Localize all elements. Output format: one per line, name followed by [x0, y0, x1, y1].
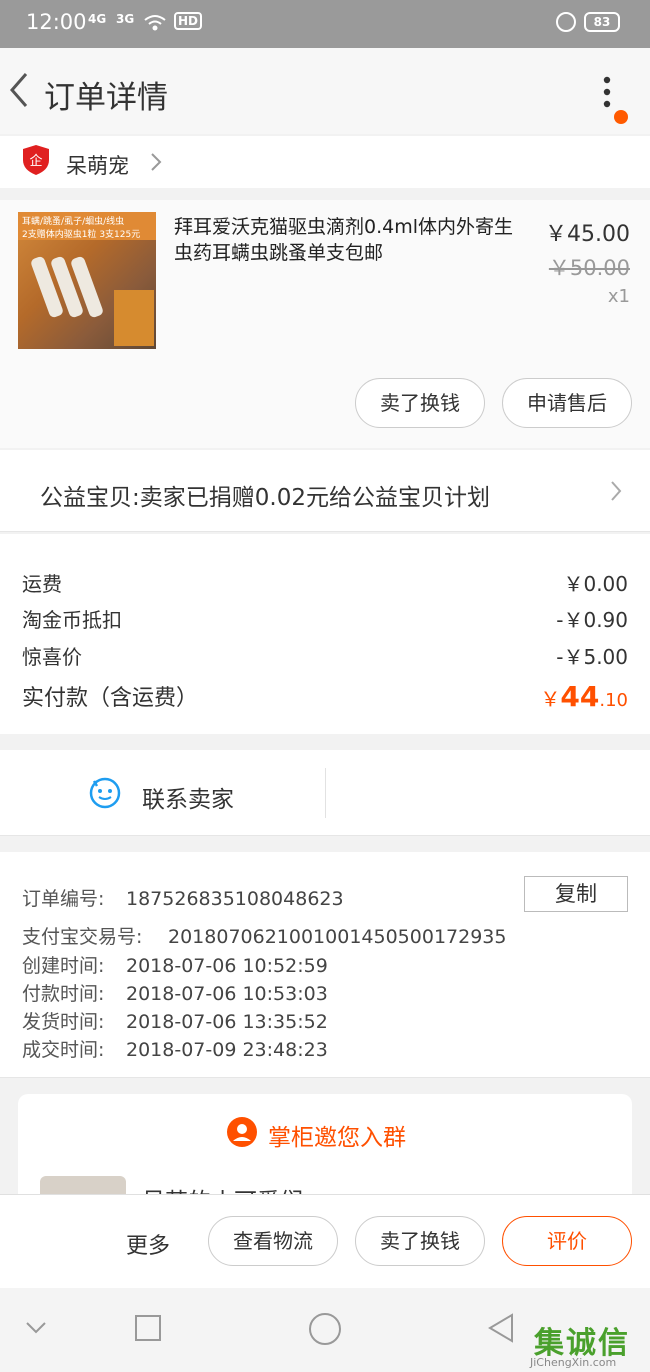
- completed-time-row: 成交时间: 2018-07-09 23:48:23: [22, 1035, 328, 1062]
- paid-amount-decimal: .10: [599, 690, 628, 711]
- surprise-price-value: -￥5.00: [556, 645, 628, 669]
- signal-4g-icon: 4G: [88, 12, 107, 26]
- order-number-value: 187526835108048623: [126, 888, 344, 910]
- shipped-time-row: 发货时间: 2018-07-06 13:35:52: [22, 1007, 328, 1034]
- svg-text:企: 企: [29, 153, 42, 169]
- status-bar: 12:00 4G 3G HD 83: [0, 0, 650, 48]
- created-time-row: 创建时间: 2018-07-06 10:52:59: [22, 951, 328, 978]
- divider: [325, 768, 326, 818]
- shipped-time-value: 2018-07-06 13:35:52: [126, 1011, 328, 1033]
- shop-row[interactable]: 企 呆萌宠: [0, 136, 650, 188]
- battery-icon: 83: [584, 12, 620, 32]
- created-time-value: 2018-07-06 10:52:59: [126, 955, 328, 977]
- paid-amount-value: ￥44.10: [540, 680, 628, 713]
- shipping-value: ￥0.00: [563, 572, 628, 596]
- product-original-price: ￥50.00: [548, 256, 630, 280]
- charity-text: 公益宝贝:卖家已捐赠0.02元给公益宝贝计划: [40, 485, 490, 511]
- order-item: 耳螨/跳蚤/虱子/蛔虫/线虫 2支赠体内驱虫1粒 3支125元 拜耳爱沃克猫驱虫…: [0, 200, 650, 448]
- paid-time-label: 付款时间:: [22, 983, 105, 1005]
- chevron-right-icon: [151, 153, 162, 171]
- notification-dot: [614, 110, 628, 124]
- completed-time-label: 成交时间:: [22, 1039, 105, 1061]
- recent-apps-icon[interactable]: [134, 1314, 162, 1342]
- group-invite-title: 掌柜邀您入群: [268, 1125, 406, 1151]
- review-button[interactable]: 评价: [502, 1216, 632, 1266]
- charity-row[interactable]: 公益宝贝:卖家已捐赠0.02元给公益宝贝计划: [0, 450, 650, 532]
- chevron-down-icon[interactable]: [24, 1320, 48, 1336]
- back-triangle-icon[interactable]: [486, 1312, 516, 1344]
- alipay-number-value: 2018070621001001450500172935: [168, 926, 507, 948]
- more-menu-icon[interactable]: [590, 70, 624, 114]
- paid-amount-label: 实付款（含运费）: [22, 686, 199, 711]
- signal-3g-icon: 3G: [116, 12, 135, 26]
- alipay-number-row: 支付宝交易号: 2018070621001001450500172935: [22, 922, 506, 949]
- contact-bar: 联系卖家: [0, 750, 650, 836]
- completed-time-value: 2018-07-09 23:48:23: [126, 1039, 328, 1061]
- apply-after-sale-button[interactable]: 申请售后: [502, 378, 632, 428]
- copy-button[interactable]: 复制: [524, 876, 628, 912]
- more-button[interactable]: 更多: [126, 1228, 170, 1260]
- nav-bar: 订单详情: [0, 48, 650, 134]
- sell-for-cash-button[interactable]: 卖了换钱: [355, 1216, 485, 1266]
- paid-time-row: 付款时间: 2018-07-06 10:53:03: [22, 979, 328, 1006]
- view-logistics-button[interactable]: 查看物流: [208, 1216, 338, 1266]
- coin-discount-label: 淘金币抵扣: [22, 608, 122, 632]
- group-chat-icon: [227, 1117, 257, 1147]
- product-quantity: x1: [607, 286, 630, 307]
- paid-time-value: 2018-07-06 10:53:03: [126, 983, 328, 1005]
- watermark: 集诚信 JiChengXin.com: [530, 1318, 646, 1369]
- shipped-time-label: 发货时间:: [22, 1011, 105, 1033]
- alipay-number-label: 支付宝交易号:: [22, 926, 143, 948]
- created-time-label: 创建时间:: [22, 955, 105, 977]
- lock-rotation-icon: [556, 12, 576, 32]
- status-time: 12:00: [26, 10, 87, 34]
- chat-bubble-icon[interactable]: [88, 776, 122, 810]
- bottom-action-bar: 更多 查看物流 卖了换钱 评价: [0, 1194, 650, 1288]
- shop-name[interactable]: 呆萌宠: [66, 150, 129, 180]
- hd-icon: HD: [174, 12, 203, 30]
- order-number-label: 订单编号:: [22, 888, 105, 910]
- wifi-icon: [144, 15, 166, 31]
- watermark-url: JiChengXin.com: [530, 1356, 617, 1369]
- product-image-text: 2支赠体内驱虫1粒 3支125元: [22, 230, 141, 240]
- order-info: 订单编号: 187526835108048623 复制 支付宝交易号: 201807…: [0, 852, 650, 1078]
- order-number-row: 订单编号: 187526835108048623: [22, 884, 344, 911]
- page-title: 订单详情: [44, 80, 168, 116]
- home-icon[interactable]: [308, 1312, 342, 1346]
- coin-discount-value: -￥0.90: [556, 608, 628, 632]
- group-invite-card[interactable]: 掌柜邀您入群 呆萌的小可爱们: [18, 1094, 632, 1204]
- currency-symbol: ￥: [540, 687, 561, 711]
- sell-for-cash-button[interactable]: 卖了换钱: [355, 378, 485, 428]
- product-image-text: 耳螨/跳蚤/虱子/蛔虫/线虫: [22, 217, 125, 227]
- contact-seller-button[interactable]: 联系卖家: [142, 780, 234, 814]
- product-name[interactable]: 拜耳爱沃克猫驱虫滴剂0.4ml体内外寄生虫药耳螨虫跳蚤单支包邮: [174, 214, 530, 266]
- product-price: ￥45.00: [545, 222, 630, 247]
- shipping-label: 运费: [22, 572, 62, 596]
- product-image[interactable]: 耳螨/跳蚤/虱子/蛔虫/线虫 2支赠体内驱虫1粒 3支125元: [18, 212, 156, 349]
- shop-badge-icon: 企: [23, 145, 49, 175]
- paid-amount-integer: 44: [560, 680, 600, 713]
- cost-summary: 运费 ￥0.00 淘金币抵扣 -￥0.90 惊喜价 -￥5.00 实付款（含运费…: [0, 534, 650, 734]
- back-arrow-icon[interactable]: [6, 68, 36, 112]
- surprise-price-label: 惊喜价: [22, 645, 82, 669]
- chevron-right-icon: [611, 481, 622, 501]
